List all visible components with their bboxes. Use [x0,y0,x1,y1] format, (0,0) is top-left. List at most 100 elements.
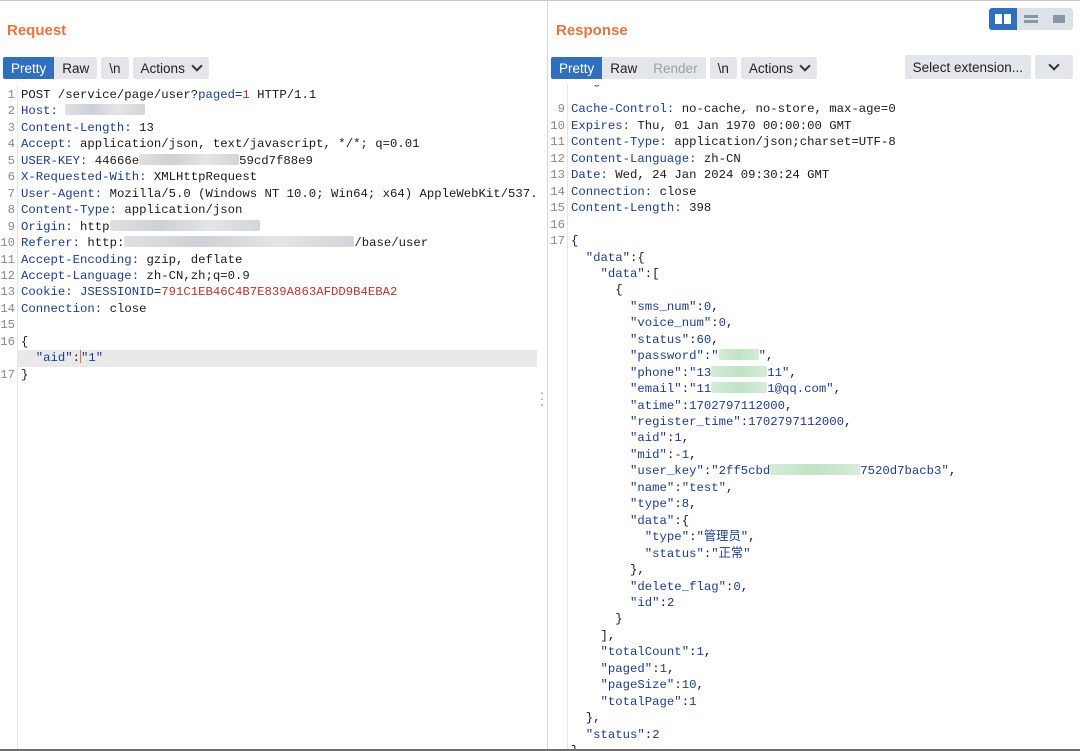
line-number: 13 [550,168,565,183]
code-token: gzip, deflate [139,252,243,267]
split-columns-icon[interactable] [989,8,1017,30]
line-number: 2 [7,104,15,119]
code-token: , [766,349,774,364]
code-token: { [571,283,623,298]
request-tab-pretty[interactable]: Pretty [3,57,55,79]
line-number: 8 [7,203,15,218]
code-token: : [681,365,690,380]
request-actions-label: Actions [140,60,185,76]
line-number: 16 [550,217,565,232]
code-token: "atime" [571,398,682,413]
code-token: zh-CN,zh;q=0.9 [139,268,250,283]
request-editor[interactable]: 1 POST /service/page/user?paged=1 HTTP/1.… [0,85,537,749]
code-line: 17} [0,367,28,384]
code-token: 1702797112000 [689,398,786,413]
code-token: application/json;charset=UTF-8 [666,135,896,150]
code-token: 2 [652,727,660,742]
code-line: { [548,282,623,299]
code-token: X-Requested-With: [21,170,147,185]
request-title: Request [7,22,67,39]
request-tab-raw[interactable]: Raw [54,57,98,79]
code-token: , [948,464,957,479]
code-token: , [725,480,734,495]
line-number: 15 [0,318,15,333]
code-token: 59cd7f88e9 [239,153,313,168]
code-token: 0 [733,579,741,594]
code-token: 1 [659,661,667,676]
line-number: 16 [0,334,15,349]
response-view-tabs: Pretty Raw Render [551,57,706,79]
code-token: 0 [718,316,726,331]
code-token: Pragma: [571,85,623,88]
line-number: 4 [7,137,15,152]
response-tab-render[interactable]: Render [645,57,706,79]
layout-toggle-group [989,8,1073,30]
code-token: : [711,316,719,331]
code-token: : [681,382,690,397]
code-line: 13 Date: Wed, 24 Jan 2024 09:30:24 GMT [548,167,829,184]
response-pane: Response Pretty Raw Render \n Actions Se… [547,1,1080,749]
code-line: 9 Origin: http [0,219,260,236]
code-line: "user_key":"2ff5cbd 7520d7bacb3", [548,463,956,480]
code-token: 8 [681,497,690,512]
code-token: "status" [571,332,690,347]
code-token: 7520d7bacb3" [860,464,949,479]
line-number: 1 [7,88,15,102]
select-extension-dropdown[interactable]: Select extension... [904,55,1031,79]
code-token: : [674,497,682,512]
code-token: , [703,645,712,660]
code-token: "status" [571,546,704,561]
code-token: "管理员" [696,530,749,545]
response-newline-toggle[interactable]: \n [709,57,737,79]
code-token: "mid" [571,447,667,462]
code-token: 398 [681,201,712,216]
code-token: Accept-Encoding: [21,252,140,267]
request-actions-button[interactable]: Actions [132,57,209,79]
code-token: Origin: [21,219,73,234]
code-token: application/json, text/javascript, */*; … [72,137,420,152]
code-line: "aid":1, [548,430,689,447]
code-line: "atime":1702797112000, [548,398,792,415]
code-token: HTTP/1.1 [249,88,317,102]
code-token: "2ff5cbd [711,464,771,479]
line-number: 10 [550,118,565,133]
code-line: "pageSize":10, [548,677,704,694]
response-tab-raw[interactable]: Raw [602,57,646,79]
code-token: , [696,678,704,693]
request-newline-toggle[interactable]: \n [101,57,129,79]
code-line: "data":{ [548,250,645,267]
code-token: 1 [674,431,682,446]
single-pane-icon[interactable] [1045,8,1073,30]
code-token: : [674,678,682,693]
code-token: /base/user [354,236,429,251]
code-token: , [666,661,675,676]
code-token: paged [198,88,236,102]
redacted-text [65,104,146,116]
drag-handle-icon: · · · [539,384,545,412]
code-token: { [21,334,29,349]
extension-expand-button[interactable] [1035,55,1073,79]
code-token: 1702797112000 [748,415,845,429]
code-token: "13 [689,365,712,380]
response-editor[interactable]: 8Pragma: no-cache9Cache-Control: no-cach… [548,85,1080,749]
response-tab-pretty[interactable]: Pretty [551,57,603,79]
code-line: 2 Host: [0,103,146,120]
code-token: 1 [242,88,250,102]
code-line: 16 [548,217,571,234]
code-line: "status":60, [548,332,719,349]
code-token: Thu, 01 Jan 1970 00:00:00 GMT [630,118,852,133]
code-token: Accept-Language: [21,268,140,283]
code-token: } [571,612,623,627]
split-rows-icon[interactable] [1017,8,1045,30]
request-toolbar: Pretty Raw \n Actions [3,56,209,80]
code-line: 15 [0,317,21,334]
code-line: 3 Content-Length: 13 [0,120,154,137]
response-actions-button[interactable]: Actions [740,57,818,79]
code-token: 791C1EB46C4B7E839A863AFDD9B4EBA2 [161,285,398,300]
code-line: }, [548,710,601,727]
pane-splitter[interactable]: · · · [537,1,547,749]
code-token: "data" [571,250,631,265]
code-token: no-cache, no-store, max-age=0 [674,102,896,117]
code-token: :[ [644,266,660,281]
